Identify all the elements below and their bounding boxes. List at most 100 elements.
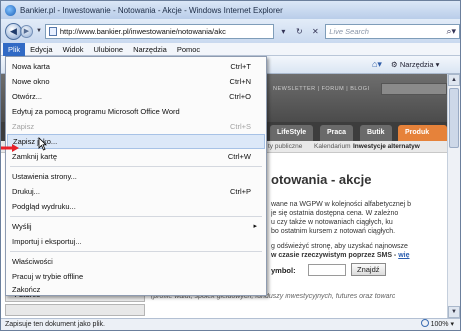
menu-item-print[interactable]: Drukuj... Ctrl+P <box>7 184 265 199</box>
menu-item-shortcut: Ctrl+O <box>229 92 251 101</box>
search-input[interactable]: Live Search ⌕▾ <box>325 23 460 39</box>
menu-item-new-tab[interactable]: Nowa karta Ctrl+T <box>7 59 265 74</box>
title-bar: Bankier.pl - Inwestowanie - Notowania - … <box>1 1 460 19</box>
site-top-links[interactable]: NEWSLETTER | FORUM | BLOGI <box>273 86 370 92</box>
menu-item-shortcut: Ctrl+N <box>229 77 251 86</box>
menu-item-label: Podgląd wydruku... <box>12 202 76 211</box>
menu-item-exit[interactable]: Zakończ <box>7 282 265 297</box>
search-placeholder: Live Search <box>329 26 369 36</box>
browser-window: Bankier.pl - Inwestowanie - Notowania - … <box>0 0 461 331</box>
search-icon[interactable]: ⌕▾ <box>446 26 456 37</box>
menu-item-label: Pracuj w trybie offline <box>12 272 84 281</box>
scroll-thumb[interactable] <box>449 88 459 148</box>
menu-item-open[interactable]: Otwórz... Ctrl+O <box>7 89 265 104</box>
ie-logo-icon <box>5 4 16 16</box>
symbol-input[interactable] <box>308 264 346 276</box>
mouse-cursor-icon <box>38 137 47 151</box>
menu-separator <box>10 216 262 217</box>
menu-item-page-setup[interactable]: Ustawienia strony... <box>7 169 265 184</box>
menu-tools[interactable]: Narzędzia <box>128 43 172 56</box>
menu-item-send[interactable]: Wyślij ▸ <box>7 219 265 234</box>
nav-tab-praca[interactable]: Praca <box>320 125 354 141</box>
scroll-up-icon[interactable]: ▲ <box>448 74 460 86</box>
vertical-scrollbar[interactable]: ▲ ▼ <box>447 74 460 318</box>
menu-item-properties[interactable]: Właściwości <box>7 254 265 269</box>
page-icon <box>48 26 57 36</box>
page-title: otowania - akcje <box>271 172 372 187</box>
history-dropdown-icon[interactable]: ▼ <box>36 28 42 34</box>
menu-item-new-window[interactable]: Nowe okno Ctrl+N <box>7 74 265 89</box>
menu-bar: Plik Edycja Widok Ulubione Narzędzia Pom… <box>1 42 460 56</box>
list-item[interactable] <box>5 304 145 316</box>
subnav-link[interactable]: Kalendarium <box>314 141 351 153</box>
scroll-down-icon[interactable]: ▼ <box>448 306 460 318</box>
intro-line: wane na WGPW w kolejności alfabetycznej … <box>271 201 412 208</box>
subnav-link[interactable]: ty publiczne <box>268 141 302 153</box>
menu-item-label: Otwórz... <box>12 92 43 101</box>
pointer-arrow-icon <box>1 144 19 152</box>
menu-item-label: Nowa karta <box>12 62 50 71</box>
intro-line: u czy także w notowaniach ciągłych, ku <box>271 219 393 226</box>
tools-command-label: Narzędzia <box>399 60 434 69</box>
menu-item-label: Wyślij <box>12 222 32 231</box>
nav-tab-butik[interactable]: Butik <box>360 125 392 141</box>
back-arrow-icon: ◀ <box>10 25 17 36</box>
menu-item-save: Zapisz Ctrl+S <box>7 119 265 134</box>
intro-line: je się ostatnia dostępna cena. W zależno <box>271 210 399 217</box>
menu-item-print-preview[interactable]: Podgląd wydruku... <box>7 199 265 214</box>
menu-view[interactable]: Widok <box>58 43 89 56</box>
status-bar: Zapisuje ten dokument jako plik. 100% ▾ <box>1 318 460 330</box>
file-menu-dropdown: Nowa karta Ctrl+T Nowe okno Ctrl+N Otwórz.… <box>5 56 267 296</box>
subnav-link[interactable]: Inwestycje alternatyw <box>353 141 420 153</box>
site-search-box[interactable] <box>381 83 447 95</box>
menu-item-label: Edytuj za pomocą programu Microsoft Offi… <box>12 107 180 116</box>
menu-edit[interactable]: Edycja <box>25 43 58 56</box>
menu-item-label: Ustawienia strony... <box>12 172 77 181</box>
menu-item-label: Właściwości <box>12 257 53 266</box>
menu-item-label: Zapisz <box>12 122 35 131</box>
find-button[interactable]: Znajdź <box>351 263 386 276</box>
address-field[interactable]: http://www.bankier.pl/inwestowanie/notow… <box>44 23 275 39</box>
globe-icon <box>420 319 429 327</box>
menu-item-label: Drukuj... <box>12 187 40 196</box>
menu-help[interactable]: Pomoc <box>172 43 205 56</box>
menu-separator <box>10 251 262 252</box>
address-dropdown-icon[interactable]: ▾ <box>276 24 290 39</box>
zoom-value: 100% <box>430 321 449 328</box>
more-link[interactable]: wię <box>398 252 409 259</box>
refresh-icon[interactable]: ↻ <box>292 24 306 39</box>
refresh-line: g odświeżyć stronę, aby uzyskać najnowsz… <box>271 243 408 250</box>
menu-item-label: Zakończ <box>12 285 41 294</box>
menu-file[interactable]: Plik <box>3 42 26 56</box>
forward-arrow-icon: ▶ <box>23 28 30 35</box>
intro-text: wane na WGPW w kolejności alfabetycznej … <box>271 200 447 236</box>
menu-item-close-tab[interactable]: Zamknij kartę Ctrl+W <box>7 149 265 164</box>
menu-item-shortcut: Ctrl+W <box>227 152 251 161</box>
nav-tab-produkty[interactable]: Produk <box>398 125 447 141</box>
address-url: http://www.bankier.pl/inwestowanie/notow… <box>59 26 226 36</box>
symbol-label: ymbol: <box>271 266 296 275</box>
intro-line: bo ostatnim kursem z notowań ciągłych. <box>271 228 396 235</box>
menu-item-import-export[interactable]: Importuj i eksportuj... <box>7 234 265 249</box>
tools-command-button[interactable]: ⚙ Narzędzia ▾ <box>391 60 439 69</box>
sms-text: w czasie rzeczywistym poprzez SMS - <box>271 252 399 259</box>
forward-button[interactable]: ▶ <box>19 24 33 38</box>
window-title: Bankier.pl - Inwestowanie - Notowania - … <box>20 5 283 15</box>
zoom-control[interactable]: 100% ▾ <box>420 319 454 331</box>
menu-item-shortcut: Ctrl+S <box>229 122 251 131</box>
navigation-bar: ◀ ▶ ▼ http://www.bankier.pl/inwestowanie… <box>1 19 460 43</box>
nav-tab-lifestyle[interactable]: LifeStyle <box>270 125 314 141</box>
menu-item-label: Zapisz jako... <box>13 137 58 146</box>
home-icon[interactable]: ⌂▾ <box>372 59 382 70</box>
menu-item-edit-with-word[interactable]: Edytuj za pomocą programu Microsoft Offi… <box>7 104 265 119</box>
menu-item-shortcut: Ctrl+T <box>230 62 251 71</box>
menu-favorites[interactable]: Ulubione <box>88 43 128 56</box>
submenu-arrow-icon: ▸ <box>253 223 257 230</box>
stop-icon[interactable]: ✕ <box>308 24 322 39</box>
menu-item-label: Nowe okno <box>12 77 50 86</box>
menu-separator <box>10 166 262 167</box>
refresh-note: g odświeżyć stronę, aby uzyskać najnowsz… <box>271 242 447 260</box>
menu-item-shortcut: Ctrl+P <box>229 187 251 196</box>
menu-item-label: Zamknij kartę <box>12 152 58 161</box>
menu-item-label: Importuj i eksportuj... <box>12 237 82 246</box>
